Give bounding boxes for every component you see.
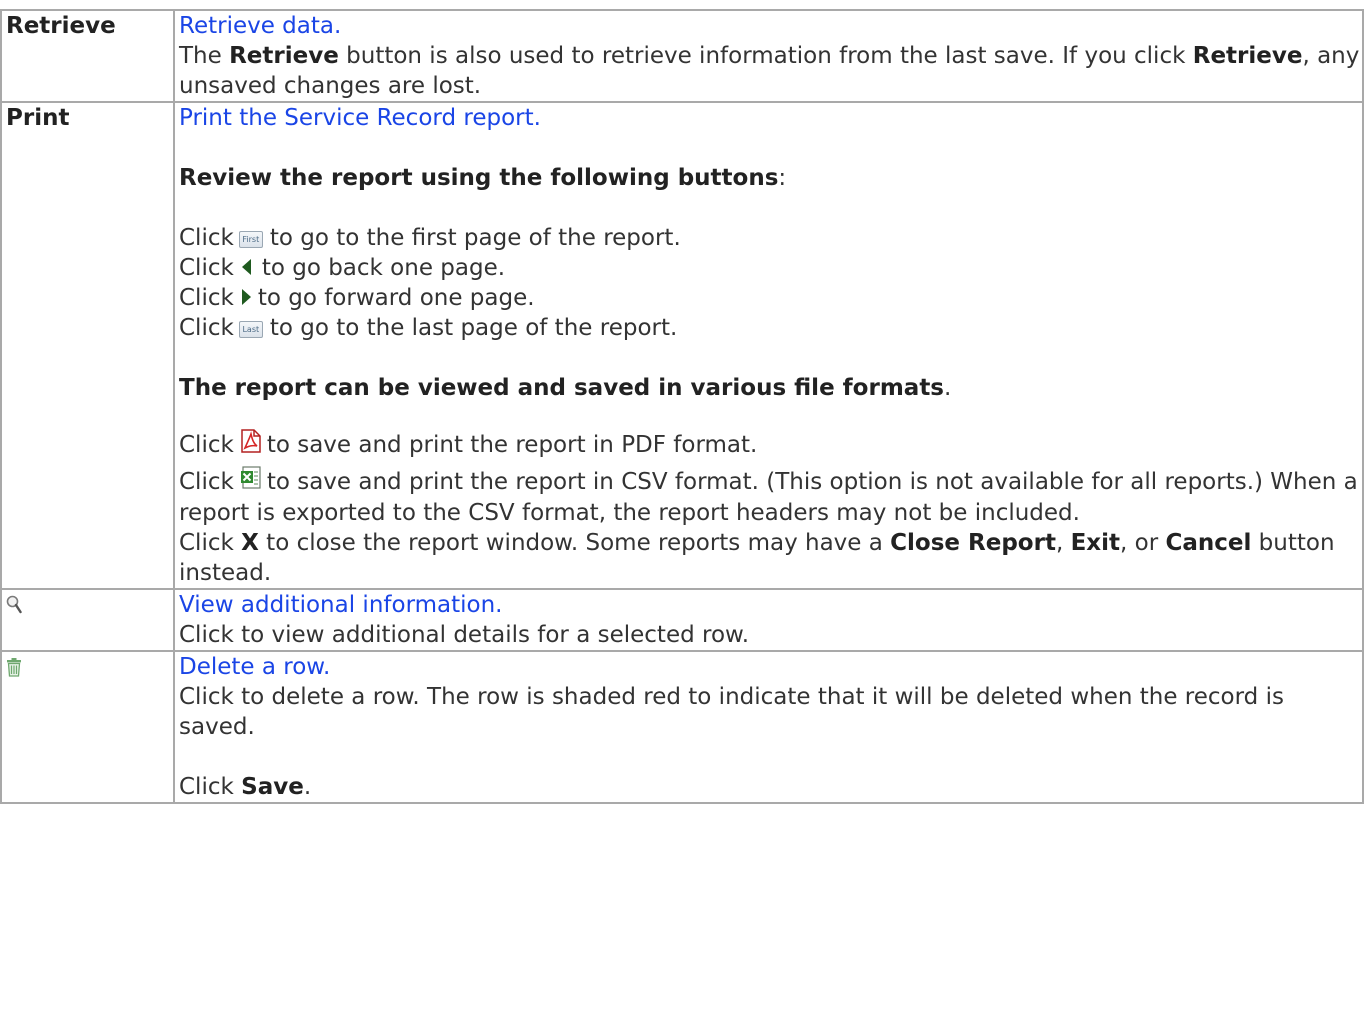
- review-heading: Review the report using the following bu…: [179, 165, 787, 191]
- next-page-icon: [241, 289, 251, 305]
- button-label-retrieve: Retrieve: [0, 9, 175, 103]
- last-page-line: Click Last to go to the last page of the r…: [179, 315, 678, 341]
- description-print: Print the Service Record report. Review …: [173, 101, 1364, 590]
- magnifier-icon: [6, 593, 22, 623]
- save-line: Click Save.: [179, 774, 312, 800]
- button-cell-view: [0, 588, 175, 652]
- description-retrieve: Retrieve data. The Retrieve button is al…: [173, 9, 1364, 103]
- table-row-delete: Delete a row. Click to delete a row. The…: [0, 650, 1364, 804]
- previous-page-icon: [241, 259, 251, 275]
- back-page-line: Click to go back one page.: [179, 255, 506, 281]
- excel-icon: [240, 466, 262, 498]
- forward-page-line: Click to go forward one page.: [179, 285, 535, 311]
- table-row-view: View additional information. Click to vi…: [0, 588, 1364, 652]
- button-cell-delete: [0, 650, 175, 804]
- trash-icon: [6, 655, 22, 685]
- view-note: Click to view additional details for a s…: [179, 622, 750, 648]
- delete-note: Click to delete a row. The row is shaded…: [179, 684, 1284, 740]
- pdf-icon: [240, 428, 262, 464]
- print-report-link[interactable]: Print the Service Record report.: [179, 103, 541, 133]
- table-row-retrieve: Retrieve Retrieve data. The Retrieve but…: [0, 9, 1364, 103]
- description-delete: Delete a row. Click to delete a row. The…: [173, 650, 1364, 804]
- button-label-print: Print: [0, 101, 175, 590]
- view-additional-information-link[interactable]: View additional information.: [179, 590, 502, 620]
- button-reference-table: Retrieve Retrieve data. The Retrieve but…: [0, 9, 1364, 804]
- retrieve-data-link[interactable]: Retrieve data.: [179, 11, 341, 41]
- delete-row-link[interactable]: Delete a row.: [179, 652, 330, 682]
- last-page-icon: Last: [238, 321, 263, 338]
- csv-line: Click to save and print the report in CS…: [179, 466, 1362, 528]
- table-row-print: Print Print the Service Record report. R…: [0, 101, 1364, 590]
- first-page-icon: First: [238, 231, 263, 248]
- description-view: View additional information. Click to vi…: [173, 588, 1364, 652]
- close-report-line: Click X to close the report window. Some…: [179, 530, 1335, 586]
- formats-heading: The report can be viewed and saved in va…: [179, 375, 952, 401]
- first-page-line: Click First to go to the first page of the…: [179, 225, 681, 251]
- pdf-line: Click to save and print the report in PD…: [179, 427, 1362, 464]
- retrieve-note: The Retrieve button is also used to retr…: [179, 43, 1360, 99]
